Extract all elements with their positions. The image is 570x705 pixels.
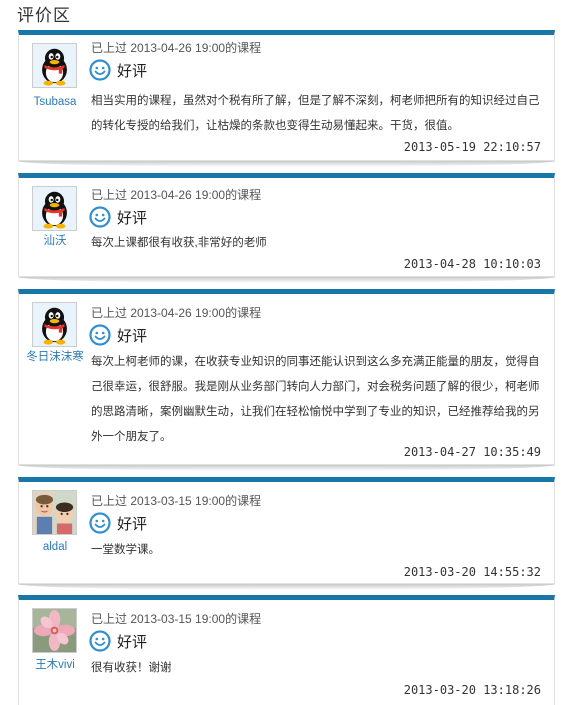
review-timestamp: 2013-04-28 10:10:03 [403, 257, 541, 271]
page-title: 评价区 [17, 6, 71, 25]
course-info: 已上过 2013-04-26 19:00的课程 [91, 188, 262, 202]
review-comment: 每次上柯老师的课，在收获专业知识的同事还能认识到这么多充满正能量的朋友，觉得自己… [91, 356, 540, 443]
review-timestamp: 2013-03-20 14:55:32 [403, 565, 541, 579]
rating-label: 好评 [117, 515, 148, 533]
review-comment: 相当实用的课程，虽然对个税有所了解，但是了解不深刻，柯老师把所有的知识经过自己的… [91, 95, 540, 132]
avatar[interactable] [32, 302, 77, 347]
avatar[interactable] [32, 43, 77, 88]
review-card: Tsubasa 已上过 2013-04-26 19:00的课程 好评 相当实用的… [18, 30, 555, 167]
rating-label: 好评 [117, 327, 148, 345]
review-card: 冬日沫沫寒 已上过 2013-04-26 19:00的课程 好评 每次上柯老师的… [18, 289, 555, 471]
rating: 好评 [89, 630, 147, 652]
review-card: 王木vivi 已上过 2013-03-15 19:00的课程 好评 很有收获！谢… [18, 595, 555, 705]
review-timestamp: 2013-04-27 10:35:49 [403, 445, 541, 459]
review-username[interactable]: Tsubasa [23, 95, 87, 109]
rating: 好评 [89, 59, 147, 81]
rating: 好评 [89, 324, 147, 346]
course-info: 已上过 2013-03-15 19:00的课程 [91, 612, 262, 626]
smile-icon [89, 512, 111, 534]
review-comment: 每次上课都很有收获,非常好的老师 [91, 237, 267, 249]
qq-penguin-icon [33, 187, 76, 230]
review-username[interactable]: 冬日沫沫寒 [23, 350, 87, 364]
review-timestamp: 2013-05-19 22:10:57 [403, 140, 541, 154]
review-username[interactable]: aldal [23, 540, 87, 554]
rating-label: 好评 [117, 62, 148, 80]
rating-label: 好评 [117, 209, 148, 227]
review-comment: 很有收获！谢谢 [91, 662, 172, 674]
rating: 好评 [89, 206, 147, 228]
course-info: 已上过 2013-03-15 19:00的课程 [91, 494, 262, 508]
smile-icon [89, 206, 111, 228]
course-info: 已上过 2013-04-26 19:00的课程 [91, 306, 262, 320]
qq-penguin-icon [33, 44, 76, 87]
smile-icon [89, 59, 111, 81]
rating-label: 好评 [117, 633, 148, 651]
flower-photo-icon [33, 609, 76, 652]
smile-icon [89, 324, 111, 346]
child-photo-icon [33, 491, 76, 534]
review-card: aldal 已上过 2013-03-15 19:00的课程 好评 一堂数学课。 … [18, 477, 555, 590]
review-comment: 一堂数学课。 [91, 544, 160, 556]
review-card: 汕沃 已上过 2013-04-26 19:00的课程 好评 每次上课都很有收获,… [18, 173, 555, 283]
review-username[interactable]: 王木vivi [23, 658, 87, 672]
rating: 好评 [89, 512, 147, 534]
avatar[interactable] [32, 186, 77, 231]
course-info: 已上过 2013-04-26 19:00的课程 [91, 41, 262, 55]
review-timestamp: 2013-03-20 13:18:26 [403, 683, 541, 697]
avatar[interactable] [32, 608, 77, 653]
review-username[interactable]: 汕沃 [23, 234, 87, 248]
smile-icon [89, 630, 111, 652]
avatar[interactable] [32, 490, 77, 535]
qq-penguin-icon [33, 303, 76, 346]
